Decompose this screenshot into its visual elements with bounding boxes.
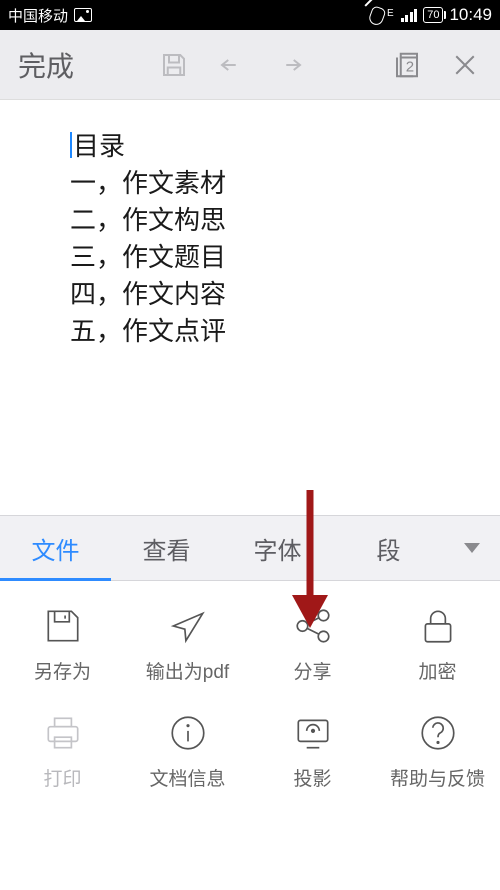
text-cursor bbox=[70, 132, 72, 158]
vibrate-off-icon bbox=[366, 8, 381, 23]
doc-title: 目录 bbox=[70, 128, 480, 165]
tab-font[interactable]: 字体 bbox=[222, 516, 333, 580]
share-label: 分享 bbox=[293, 657, 331, 684]
clock: 10:49 bbox=[449, 5, 492, 25]
gallery-icon bbox=[74, 8, 92, 22]
tab-bar: 文件 查看 字体 段 bbox=[0, 515, 500, 581]
tab-file[interactable]: 文件 bbox=[0, 516, 111, 580]
tab-paragraph[interactable]: 段 bbox=[333, 516, 444, 580]
app-toolbar: 完成 2 bbox=[0, 30, 500, 100]
battery-icon: 70 bbox=[423, 7, 443, 23]
export-pdf-button[interactable]: 输出为pdf bbox=[125, 605, 250, 684]
tab-view[interactable]: 查看 bbox=[111, 516, 222, 580]
carrier-label: 中国移动 bbox=[8, 5, 68, 26]
doc-info-label: 文档信息 bbox=[149, 764, 225, 791]
undo-icon[interactable] bbox=[203, 36, 261, 94]
svg-text:2: 2 bbox=[406, 58, 414, 75]
encrypt-label: 加密 bbox=[418, 657, 456, 684]
document-area[interactable]: 目录 一，作文素材 二，作文构思 三，作文题目 四，作文内容 五，作文点评 bbox=[0, 100, 500, 515]
doc-line: 四，作文内容 bbox=[70, 276, 480, 313]
save-icon[interactable] bbox=[145, 36, 203, 94]
help-button[interactable]: 帮助与反馈 bbox=[375, 712, 500, 791]
doc-info-button[interactable]: 文档信息 bbox=[125, 712, 250, 791]
save-as-label: 另存为 bbox=[34, 657, 91, 684]
print-label: 打印 bbox=[43, 764, 81, 791]
network-type: E bbox=[387, 8, 394, 19]
print-button[interactable]: 打印 bbox=[0, 712, 125, 791]
status-bar: 中国移动 E 70 10:49 bbox=[0, 0, 500, 30]
redo-icon[interactable] bbox=[261, 36, 319, 94]
doc-line: 三，作文题目 bbox=[70, 239, 480, 276]
project-button[interactable]: 投影 bbox=[250, 712, 375, 791]
encrypt-button[interactable]: 加密 bbox=[375, 605, 500, 684]
doc-line: 五，作文点评 bbox=[70, 313, 480, 350]
action-panel: 另存为 输出为pdf 分享 加密 打印 文档信息 投影 帮助与反馈 bbox=[0, 581, 500, 890]
doc-line: 一，作文素材 bbox=[70, 165, 480, 202]
project-label: 投影 bbox=[293, 764, 331, 791]
done-button[interactable]: 完成 bbox=[6, 45, 86, 85]
pages-icon[interactable]: 2 bbox=[378, 36, 436, 94]
help-label: 帮助与反馈 bbox=[390, 764, 485, 791]
close-icon[interactable] bbox=[436, 36, 494, 94]
share-button[interactable]: 分享 bbox=[250, 605, 375, 684]
doc-line: 二，作文构思 bbox=[70, 202, 480, 239]
save-as-button[interactable]: 另存为 bbox=[0, 605, 125, 684]
tab-more-icon[interactable] bbox=[444, 538, 500, 558]
signal-icon bbox=[401, 9, 418, 22]
export-pdf-label: 输出为pdf bbox=[146, 657, 229, 684]
